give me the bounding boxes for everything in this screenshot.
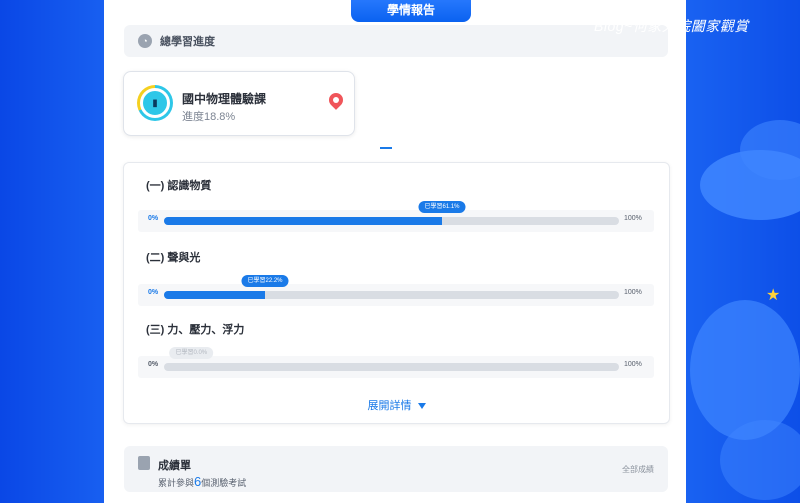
bar-min-label: 0% — [148, 215, 159, 222]
progress-bubble: 已學習61.1% — [418, 201, 466, 213]
unit-title: (三) 力、壓力、浮力 — [146, 324, 245, 336]
grade-title: 成績單 — [158, 460, 191, 472]
progress-track: 已學習0.0% — [164, 347, 619, 371]
location-pin-icon[interactable] — [326, 90, 346, 110]
progress-track: 已學習61.1% — [164, 201, 619, 225]
expand-label: 展開詳情 — [367, 400, 412, 412]
report-tab[interactable]: 學情報告 — [349, 0, 473, 24]
progress-track: 已學習22.2% — [164, 275, 619, 299]
progress-fill — [164, 217, 442, 225]
grade-summary: 累計參與6個測驗考試 — [158, 474, 246, 489]
progress-bubble: 已學習0.0% — [169, 347, 214, 359]
unit-progress-row: 0% 已學習22.2% 100% — [138, 275, 654, 306]
carousel-indicator[interactable] — [380, 147, 392, 149]
course-progress: 進度18.8% — [182, 111, 236, 123]
grade-sub-prefix: 累計參與 — [158, 478, 195, 488]
cloud-decoration — [690, 300, 800, 440]
grade-sub-suffix: 個測驗考試 — [201, 478, 247, 488]
course-icon: ▮ — [140, 88, 170, 118]
unit-title: (一) 認識物質 — [146, 180, 212, 192]
section-title: 總學習進度 — [160, 36, 215, 48]
grade-card: 成績單 累計參與6個測驗考試 全部成績 — [124, 446, 668, 492]
blog-watermark: Blog~何家大院闔家觀賞 — [594, 18, 749, 34]
cloud-decoration — [720, 420, 800, 500]
progress-bubble: 已學習22.2% — [241, 275, 289, 287]
progress-fill — [164, 291, 265, 299]
all-grades-link[interactable]: 全部成績 — [622, 464, 654, 475]
unit-progress-row: 0% 已學習0.0% 100% — [138, 347, 654, 378]
bar-max-label: 100% — [624, 361, 642, 368]
course-title: 國中物理體驗課 — [182, 92, 267, 106]
bar-max-label: 100% — [624, 289, 642, 296]
expand-details-button[interactable]: 展開詳情 — [124, 397, 669, 413]
gauge-icon: ◔ — [138, 34, 152, 48]
chevron-down-icon — [417, 403, 426, 410]
overall-progress-header: ◔ 總學習進度 — [124, 25, 668, 57]
units-card: (一) 認識物質 0% 已學習61.1% 100% (二) 聲與光 0% 已學習… — [123, 162, 670, 424]
bar-min-label: 0% — [148, 289, 159, 296]
bar-max-label: 100% — [624, 215, 642, 222]
star-icon: ★ — [766, 287, 781, 304]
unit-title: (二) 聲與光 — [146, 252, 201, 264]
course-progress-ring: ▮ — [137, 85, 173, 121]
course-card[interactable]: ▮ 國中物理體驗課 進度18.8% — [123, 71, 355, 136]
bar-min-label: 0% — [148, 361, 159, 368]
unit-progress-row: 0% 已學習61.1% 100% — [138, 201, 654, 232]
clipboard-icon — [138, 456, 150, 470]
